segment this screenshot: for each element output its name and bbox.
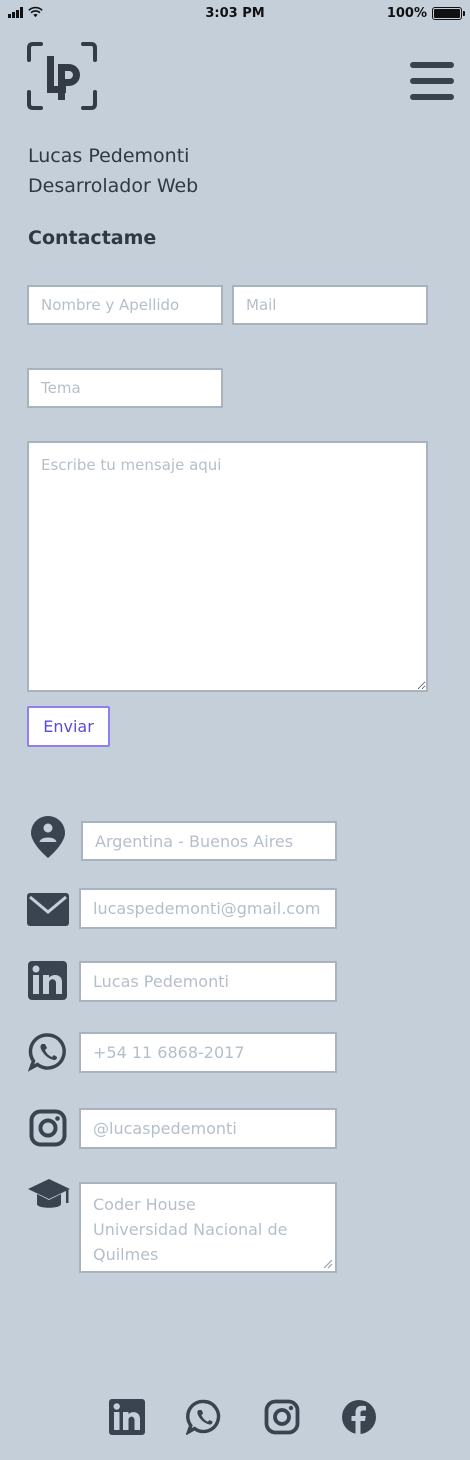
- instagram-icon[interactable]: [29, 1109, 67, 1147]
- hamburger-menu-icon[interactable]: [410, 62, 454, 100]
- profile-name: Lucas Pedemonti: [28, 145, 190, 167]
- resize-grip-icon[interactable]: [322, 1258, 333, 1269]
- profile-block: Lucas Pedemonti Desarrolador Web: [28, 141, 198, 201]
- graduation-cap-icon: [28, 1179, 70, 1208]
- email-field: lucaspedemonti@gmail.com: [79, 888, 337, 929]
- location-pin-icon: [31, 816, 65, 858]
- linkedin-icon[interactable]: [28, 961, 67, 1000]
- education-text: Coder House Universidad Nacional de Quil…: [93, 1195, 288, 1264]
- footer-instagram-icon[interactable]: [264, 1399, 300, 1435]
- battery-percent: 100%: [386, 6, 427, 21]
- footer-linkedin-icon[interactable]: [109, 1399, 145, 1435]
- status-bar: 3:03 PM 100%: [0, 0, 470, 28]
- education-field: Coder House Universidad Nacional de Quil…: [79, 1182, 337, 1273]
- location-field: Argentina - Buenos Aires: [81, 821, 337, 861]
- mail-icon[interactable]: [27, 893, 69, 926]
- send-button[interactable]: Enviar: [27, 706, 110, 747]
- message-textarea[interactable]: [27, 441, 428, 692]
- instagram-field: @lucaspedemonti: [79, 1108, 337, 1149]
- whatsapp-field: +54 11 6868-2017: [79, 1032, 337, 1073]
- battery-icon: [432, 7, 465, 20]
- profile-role: Desarrolador Web: [28, 175, 199, 197]
- name-input[interactable]: [27, 285, 223, 325]
- footer-facebook-icon[interactable]: [341, 1399, 377, 1435]
- contact-title: Contactame: [28, 227, 157, 249]
- mail-input[interactable]: [232, 285, 428, 325]
- topic-input[interactable]: [27, 368, 223, 408]
- footer-whatsapp-icon[interactable]: [186, 1399, 222, 1435]
- logo-icon[interactable]: [27, 42, 97, 110]
- linkedin-field: Lucas Pedemonti: [79, 961, 337, 1002]
- whatsapp-icon[interactable]: [28, 1032, 68, 1072]
